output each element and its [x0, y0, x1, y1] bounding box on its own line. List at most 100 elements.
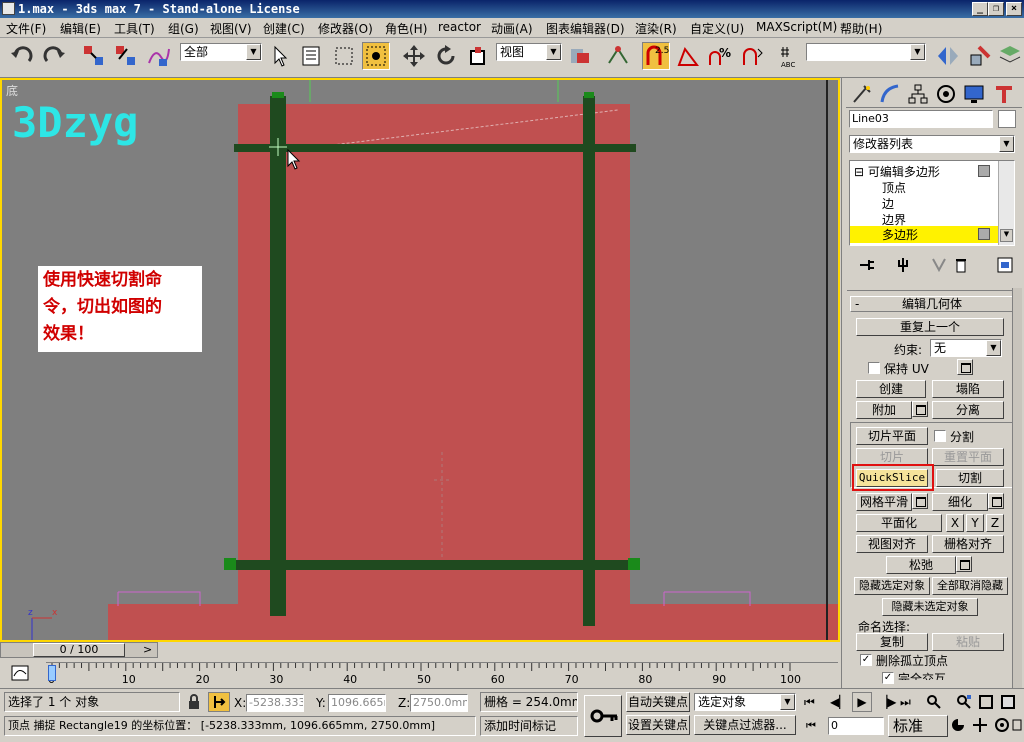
planar-x-button[interactable]: X — [946, 514, 964, 532]
msmooth-settings-button[interactable] — [912, 493, 928, 509]
stack-item-vertex[interactable]: 顶点 — [882, 179, 906, 196]
lock-icon[interactable] — [186, 694, 202, 710]
zoom-extents-all-icon[interactable] — [1000, 694, 1016, 710]
configure-modifier-sets-icon[interactable] — [996, 256, 1014, 274]
edit-named-selection-icon[interactable]: ABC — [776, 42, 804, 70]
menu-animation[interactable]: 动画(A) — [491, 20, 533, 37]
view-mode-indicator[interactable]: 标准 — [888, 715, 948, 737]
maximize-button[interactable]: ❐ — [988, 2, 1004, 16]
menu-group[interactable]: 组(G) — [168, 20, 199, 37]
scale-icon[interactable] — [464, 42, 492, 70]
object-color-swatch[interactable] — [998, 110, 1016, 128]
display-tab-icon[interactable] — [962, 82, 986, 106]
set-key-icon[interactable] — [584, 695, 622, 737]
create-button[interactable]: 创建 — [856, 380, 926, 398]
pin-stack-icon[interactable] — [858, 256, 876, 274]
motion-tab-icon[interactable] — [934, 82, 958, 106]
view-align-button[interactable]: 视图对齐 — [856, 535, 928, 553]
full-interactivity-checkbox[interactable]: ✓ — [882, 672, 894, 684]
preserve-uv-checkbox[interactable] — [868, 362, 880, 374]
curve-editor-icon[interactable] — [10, 664, 32, 682]
menu-view[interactable]: 视图(V) — [210, 20, 252, 37]
stack-item-editable-poly[interactable]: ⊟ 可编辑多边形 — [854, 163, 940, 180]
mirror-icon[interactable] — [934, 42, 962, 70]
menu-customize[interactable]: 自定义(U) — [690, 20, 744, 37]
next-frame-icon[interactable]: ▕▶ — [878, 695, 896, 709]
menu-tools[interactable]: 工具(T) — [114, 20, 155, 37]
planar-z-button[interactable]: Z — [986, 514, 1004, 532]
relax-button[interactable]: 松弛 — [886, 556, 956, 574]
maximize-viewport-icon[interactable] — [1012, 717, 1022, 733]
menu-character[interactable]: 角色(H) — [385, 20, 427, 37]
trackbar[interactable]: 0102030405060708090100 — [46, 662, 838, 688]
snap-toggle-icon[interactable]: 2.5 — [642, 42, 670, 70]
hide-selected-button[interactable]: 隐藏选定对象 — [854, 577, 930, 595]
tessellate-settings-button[interactable] — [988, 493, 1004, 509]
rollout-edit-geometry[interactable]: - 编辑几何体 — [850, 296, 1014, 312]
slice-plane-button[interactable]: 切片平面 — [856, 427, 928, 445]
align-icon[interactable] — [966, 42, 994, 70]
menu-help[interactable]: 帮助(H) — [840, 20, 882, 37]
make-unique-icon[interactable] — [930, 256, 948, 274]
modifier-list-dropdown[interactable]: 修改器列表 ▼ — [849, 135, 1015, 153]
menu-rendering[interactable]: 渲染(R) — [635, 20, 677, 37]
absolute-mode-icon[interactable] — [208, 692, 230, 712]
stack-item-lightbulb-icon[interactable] — [978, 165, 990, 177]
current-frame-field[interactable]: 0 — [828, 717, 884, 735]
angle-snap-icon[interactable] — [674, 42, 702, 70]
minimize-button[interactable]: _ — [972, 2, 988, 16]
reference-coordinate-dropdown[interactable]: 视图 ▼ — [496, 43, 562, 61]
modify-tab-icon[interactable] — [878, 82, 902, 106]
unlink-icon[interactable] — [112, 42, 140, 70]
x-coordinate-field[interactable]: -5238.333 — [246, 694, 304, 712]
cut-button[interactable]: 切割 — [936, 469, 1004, 487]
manipulate-icon[interactable] — [604, 42, 632, 70]
add-time-tag[interactable]: 添加时间标记 — [480, 716, 578, 736]
stack-item-lightbulb-icon[interactable] — [978, 228, 990, 240]
menu-graph-editors[interactable]: 图表编辑器(D) — [546, 20, 625, 37]
key-filters-button[interactable]: 关键点过滤器... — [694, 715, 796, 735]
select-by-name-icon[interactable] — [298, 42, 326, 70]
previous-frame-icon[interactable]: ◀▏ — [830, 695, 848, 709]
split-checkbox[interactable] — [934, 430, 946, 442]
unhide-all-button[interactable]: 全部取消隐藏 — [932, 577, 1008, 595]
tessellate-button[interactable]: 细化 — [932, 493, 988, 511]
make-planar-button[interactable]: 平面化 — [856, 514, 942, 532]
menu-file[interactable]: 文件(F) — [6, 20, 46, 37]
arc-rotate-icon[interactable] — [994, 717, 1010, 733]
relax-settings-button[interactable] — [956, 556, 972, 572]
detach-button[interactable]: 分离 — [932, 401, 1004, 419]
utilities-tab-icon[interactable] — [992, 82, 1016, 106]
viewport-bottom[interactable]: 底 3Dzyg 使用快速切割命 令，切出如图的 效果！ z x — [0, 78, 840, 642]
undo-icon[interactable] — [8, 42, 36, 70]
menu-maxscript[interactable]: MAXScript(M) — [756, 20, 837, 34]
show-end-result-icon[interactable] — [894, 256, 912, 274]
rectangular-selection-icon[interactable] — [330, 42, 358, 70]
redo-icon[interactable] — [40, 42, 68, 70]
grid-align-button[interactable]: 栅格对齐 — [932, 535, 1004, 553]
spinner-snap-icon[interactable] — [738, 42, 766, 70]
layer-manager-icon[interactable] — [996, 42, 1021, 70]
delete-isolated-checkbox[interactable]: ✓ — [860, 654, 872, 666]
bind-space-warp-icon[interactable] — [144, 42, 172, 70]
select-object-icon[interactable] — [266, 42, 294, 70]
zoom-all-icon[interactable] — [956, 694, 972, 710]
key-mode-icon[interactable]: ⏮ — [806, 719, 816, 733]
viewport-label[interactable]: 底 — [6, 82, 18, 99]
z-coordinate-field[interactable]: 2750.0mm — [410, 694, 468, 712]
msmooth-button[interactable]: 网格平滑 — [856, 493, 912, 511]
command-panel-scrollbar[interactable] — [1012, 288, 1022, 688]
named-selection-dropdown[interactable]: ▼ — [806, 43, 926, 61]
hide-unselected-button[interactable]: 隐藏未选定对象 — [882, 598, 978, 616]
play-icon[interactable]: ▶ — [852, 692, 872, 712]
stack-item-edge[interactable]: 边 — [882, 195, 894, 212]
reset-plane-button[interactable]: 重置平面 — [932, 448, 1004, 466]
menu-modifiers[interactable]: 修改器(O) — [318, 20, 373, 37]
object-name-field[interactable]: Line03 — [849, 110, 993, 128]
planar-y-button[interactable]: Y — [966, 514, 984, 532]
scroll-down-icon[interactable]: ▼ — [1000, 229, 1013, 242]
preserve-uv-settings-button[interactable] — [957, 359, 973, 375]
constraint-dropdown[interactable]: 无 ▼ — [930, 339, 1002, 357]
collapse-button[interactable]: 塌陷 — [932, 380, 1004, 398]
attach-button[interactable]: 附加 — [856, 401, 912, 419]
